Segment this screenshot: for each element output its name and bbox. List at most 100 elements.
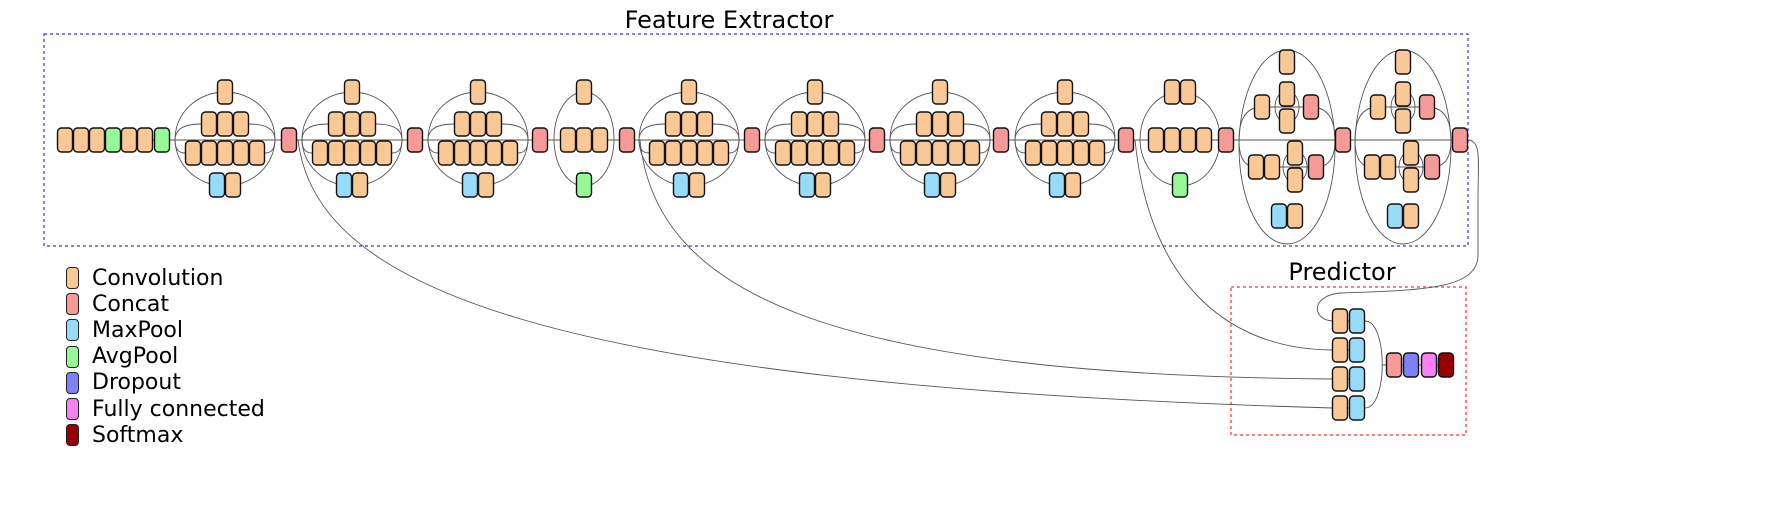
module-outline (301, 91, 403, 187)
legend-label: Softmax (92, 422, 184, 448)
convolution-layer (1363, 154, 1381, 180)
concat-layer (992, 127, 1010, 153)
maxpool-layer (1348, 366, 1366, 392)
convolution-layer (200, 111, 218, 137)
convolution-layer (664, 111, 682, 137)
convolution-layer (375, 140, 393, 166)
maxpool-layer (923, 172, 941, 198)
convolution-layer (1402, 140, 1420, 166)
convolution-layer (1379, 154, 1397, 180)
convolution-layer (931, 140, 949, 166)
convolution-layer (1163, 79, 1181, 105)
convolution-layer (1024, 140, 1042, 166)
convolution-layer (1064, 172, 1082, 198)
convolution-layer (1331, 395, 1349, 421)
concat-layer (1423, 154, 1441, 180)
convolution-layer (1286, 203, 1304, 229)
convolution-layer (1247, 154, 1265, 180)
softmax-layer (1437, 352, 1455, 378)
network-diagram (43, 33, 1479, 436)
convolution-layer (88, 127, 106, 153)
maxpool-layer (1348, 337, 1366, 363)
convolution-layer (822, 111, 840, 137)
convolution-layer (1402, 167, 1420, 193)
concat-layer (1451, 127, 1469, 153)
convolution-layer (1072, 111, 1090, 137)
convolution-layer (248, 140, 266, 166)
maxpool-layer (1348, 395, 1366, 421)
convolution-layer (899, 140, 917, 166)
legend-item-convolution: Convolution (66, 265, 265, 291)
aux-connection-3 (1134, 139, 1334, 351)
module-outline (427, 91, 529, 187)
maxpool-layer (1270, 203, 1288, 229)
convolution-layer (575, 127, 593, 153)
convolution-layer (311, 140, 329, 166)
convolution-layer (343, 79, 361, 105)
convolution-layer (1263, 154, 1281, 180)
convolution-layer (1056, 111, 1074, 137)
convolution-layer (136, 127, 154, 153)
maxpool-layer (1348, 308, 1366, 334)
convolution-layer (664, 140, 682, 166)
convolution-layer (1088, 140, 1106, 166)
convolution-layer (1056, 140, 1074, 166)
convolution-layer (559, 127, 577, 153)
legend-label: Dropout (92, 370, 181, 396)
dropout-layer (1402, 352, 1420, 378)
convolution-layer (1179, 127, 1197, 153)
convolution-layer (1286, 167, 1304, 193)
convolution-layer (931, 79, 949, 105)
convolution-layer (1040, 140, 1058, 166)
convolution-layer (688, 172, 706, 198)
convolution-layer (1331, 366, 1349, 392)
convolution-layer (232, 140, 250, 166)
convolution-layer (806, 111, 824, 137)
convolution-layer (1394, 49, 1412, 75)
convolution-layer (232, 111, 250, 137)
convolution-layer (1163, 127, 1181, 153)
convolution-layer (1331, 308, 1349, 334)
convolution-layer (327, 140, 345, 166)
convolution-layer (216, 140, 234, 166)
convolution-layer (1040, 111, 1058, 137)
convolution-layer (838, 140, 856, 166)
convolution-layer (485, 140, 503, 166)
convolution-layer (343, 140, 361, 166)
maxpool-layer (335, 172, 353, 198)
softmax-swatch (66, 424, 79, 447)
convolution-layer (343, 111, 361, 137)
connection-line (1364, 320, 1383, 409)
convolution-layer (575, 79, 593, 105)
aux-connection-2 (639, 139, 1334, 380)
convolution-layer (806, 140, 824, 166)
convolution-layer (1253, 94, 1271, 120)
convolution-layer (469, 79, 487, 105)
concat-layer (618, 127, 636, 153)
convolution-layer (790, 111, 808, 137)
convolution-layer (200, 140, 218, 166)
convolution-layer (120, 127, 138, 153)
convolution-layer (915, 140, 933, 166)
module-outline (764, 91, 866, 187)
module-outline (889, 91, 991, 187)
convolution-layer (822, 140, 840, 166)
convolution-layer (1369, 94, 1387, 120)
maxpool-layer (461, 172, 479, 198)
concat-layer (1334, 127, 1352, 153)
fully-connected-layer (1420, 352, 1438, 378)
convolution-layer (814, 172, 832, 198)
legend-item-softmax: Softmax (66, 422, 265, 448)
convolution-layer (680, 111, 698, 137)
concat-layer (280, 127, 298, 153)
legend-label: Convolution (92, 265, 224, 291)
convolution-swatch (66, 267, 79, 290)
convolution-layer (437, 140, 455, 166)
convolution-layer (1394, 81, 1412, 107)
avgpool-layer (1171, 172, 1189, 198)
convolution-layer (1402, 203, 1420, 229)
maxpool-swatch (66, 319, 79, 342)
avgpool-layer (153, 127, 171, 153)
convolution-layer (696, 140, 714, 166)
convolution-layer (224, 172, 242, 198)
